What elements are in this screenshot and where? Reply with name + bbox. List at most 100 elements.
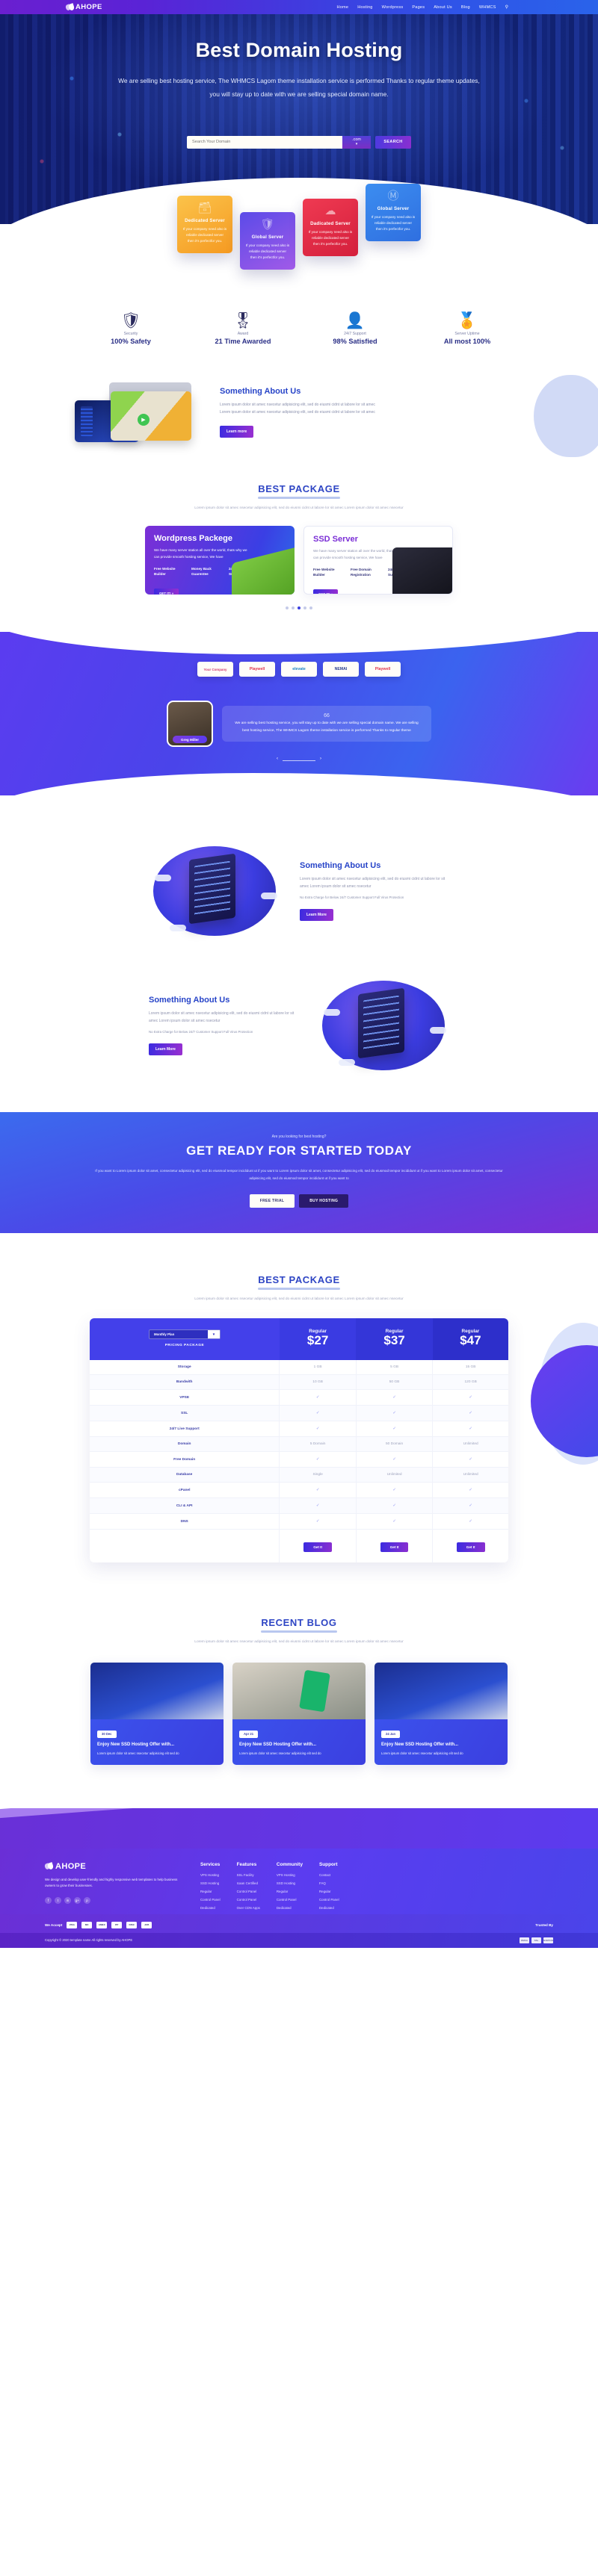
pricing-cell: 50 Domain bbox=[356, 1436, 434, 1453]
check-icon: ✓ bbox=[356, 1498, 434, 1515]
footer-link[interactable]: Control Panel bbox=[200, 1898, 221, 1902]
brand-logo[interactable]: Your Company bbox=[197, 662, 233, 677]
get-it-button[interactable]: Get It bbox=[303, 1542, 332, 1553]
check-icon: ✓ bbox=[279, 1482, 357, 1499]
footer-link[interactable]: Icaan Certified bbox=[237, 1881, 260, 1885]
nav-item-wordpress[interactable]: Wordpress bbox=[382, 5, 404, 10]
brand-logo[interactable]: Playwell bbox=[365, 662, 401, 677]
footer-column-community: Community VPS Hosting SSD Hosting Regula… bbox=[277, 1862, 303, 1914]
payment-icon-discover: DISC bbox=[126, 1921, 138, 1928]
check-icon: ✓ bbox=[279, 1451, 357, 1468]
footer-link[interactable]: Dedicated bbox=[319, 1906, 339, 1910]
buy-hosting-button[interactable]: BUY HOSTING bbox=[299, 1194, 349, 1208]
footer-logo[interactable]: AHOPE bbox=[45, 1862, 184, 1871]
footer-link[interactable]: VPS Hosting bbox=[277, 1873, 303, 1877]
footer-link[interactable]: Over CDN Apps bbox=[237, 1906, 260, 1910]
footer-link[interactable]: FAQ bbox=[319, 1881, 339, 1885]
carousel-arrows[interactable] bbox=[277, 757, 321, 762]
blog-card[interactable]: 30 Dec Enjoy New SSD Hosting Offer with.… bbox=[90, 1663, 224, 1765]
navbar-logo[interactable]: AHOPE bbox=[66, 3, 102, 11]
section-subtext: Lorem ipsum dolor sit amec nsecetur adip… bbox=[194, 1640, 404, 1645]
blog-header: RECENT BLOG Lorem ipsum dolor sit amec n… bbox=[0, 1598, 598, 1654]
package-card-ssd[interactable]: SSD Server We have many server station a… bbox=[303, 526, 453, 595]
pricing-row-label: Free Domain bbox=[90, 1451, 280, 1468]
twitter-icon[interactable]: t bbox=[55, 1897, 61, 1905]
package-feature: Free Domain Registration bbox=[351, 568, 372, 577]
footer-link[interactable]: VPS Hosting bbox=[200, 1873, 221, 1877]
about-paragraph: Lorem ipsum dolor sit amec nsecetur adip… bbox=[220, 403, 375, 415]
footer-link[interactable]: Regular bbox=[277, 1890, 303, 1893]
play-icon[interactable]: ▶ bbox=[138, 414, 150, 426]
search-button[interactable]: SEARCH bbox=[375, 135, 411, 149]
footer-link[interactable]: Control Panel bbox=[237, 1898, 260, 1902]
learn-more-button[interactable]: Learn More bbox=[300, 909, 333, 922]
decorative-blob bbox=[534, 375, 598, 458]
package-feature: Money Back Guarentee bbox=[191, 567, 212, 577]
service-card[interactable]: 🛡 Global Server If your company need als… bbox=[240, 212, 295, 270]
footer-link[interactable]: Regular bbox=[200, 1890, 221, 1893]
search-icon[interactable]: ⚲ bbox=[505, 4, 508, 10]
blog-card[interactable]: Apr 21 Enjoy New SSD Hosting Offer with.… bbox=[232, 1663, 366, 1765]
service-card-text: If your company need also is reliable de… bbox=[308, 230, 353, 246]
brand-logo[interactable]: elevate bbox=[281, 662, 317, 677]
about-media: ▶ bbox=[75, 382, 203, 443]
footer-link[interactable]: Dedicated bbox=[277, 1906, 303, 1910]
google-plus-icon[interactable]: g+ bbox=[74, 1897, 81, 1905]
blog-title: Enjoy New SSD Hosting Offer with... bbox=[381, 1742, 459, 1747]
testimonial-text: We are selling best hosting service, you… bbox=[235, 721, 419, 733]
brands-testimonial-section: Your Company Playwell elevate NEMAI Play… bbox=[0, 609, 598, 822]
footer-link[interactable]: Control Panel bbox=[319, 1898, 339, 1902]
get-it-button[interactable]: GET IT! » bbox=[313, 589, 339, 595]
blog-date: 24 Jan bbox=[381, 1730, 401, 1738]
nav-item-hosting[interactable]: Hosting bbox=[357, 5, 372, 10]
nav-item-about-us[interactable]: About Us bbox=[434, 5, 452, 10]
pricing-footer-spacer bbox=[90, 1529, 280, 1563]
blog-card[interactable]: 24 Jan Enjoy New SSD Hosting Offer with.… bbox=[374, 1663, 508, 1765]
nav-item-home[interactable]: Home bbox=[337, 5, 349, 10]
footer-column-title: Community bbox=[276, 1861, 303, 1867]
pricing-cell: Unlimited bbox=[356, 1467, 434, 1483]
pricing-row-label: Domain bbox=[90, 1436, 280, 1453]
cloud-server-icon: ☁ bbox=[324, 205, 336, 217]
footer-link[interactable]: SSD Hosting bbox=[200, 1881, 221, 1885]
pricing-row-label: DNS bbox=[90, 1513, 280, 1530]
footer-link[interactable]: Control Panel bbox=[237, 1890, 260, 1893]
footer-link[interactable]: SSD Hosting bbox=[277, 1881, 303, 1885]
brand-logo[interactable]: Playwell bbox=[239, 662, 275, 677]
learn-more-button[interactable]: Learn more bbox=[220, 426, 254, 438]
facebook-icon[interactable]: f bbox=[45, 1897, 52, 1905]
nav-item-blog[interactable]: Blog bbox=[461, 5, 470, 10]
cloud-icon bbox=[170, 925, 186, 932]
service-card[interactable]: 🗃 Dedicated Server If your company need … bbox=[177, 196, 232, 254]
nav-item-pages[interactable]: Pages bbox=[412, 5, 425, 10]
plan-select[interactable]: Monthly Plan ▼ bbox=[148, 1329, 221, 1340]
footer-link[interactable]: Dedicated bbox=[200, 1906, 221, 1910]
get-it-button[interactable]: Get It bbox=[380, 1542, 409, 1553]
blog-section: RECENT BLOG Lorem ipsum dolor sit amec n… bbox=[0, 1588, 598, 1795]
free-trial-button[interactable]: FREE TRIAL bbox=[249, 1194, 295, 1208]
blog-excerpt: Lorem ipsum dolor sit amec nsecetur adip… bbox=[239, 1751, 321, 1756]
footer-link[interactable]: Contact bbox=[319, 1873, 339, 1877]
get-it-button[interactable]: GET IT! » bbox=[154, 588, 179, 595]
nav-item-whmcs[interactable]: WHMCS bbox=[479, 5, 496, 10]
testimonial-author: Greg Miller bbox=[173, 736, 207, 744]
service-card[interactable]: ☁ Dadicated Server If your company need … bbox=[303, 199, 358, 257]
service-card-text: If your company need also is reliable de… bbox=[245, 243, 290, 260]
brand-logo[interactable]: NEMAI bbox=[323, 662, 359, 677]
get-it-button[interactable]: Get It bbox=[456, 1542, 485, 1553]
tld-dropdown[interactable]: .com ▾ bbox=[342, 135, 371, 149]
footer-link[interactable]: SSL Facility bbox=[237, 1873, 260, 1877]
service-card[interactable]: Ⓜ Global Server If your company need als… bbox=[366, 184, 421, 242]
table-row: Bandwith 10 GB 50 GB 120 GB bbox=[90, 1374, 508, 1391]
payment-icon-visa: VISA bbox=[67, 1921, 78, 1928]
pinterest-icon[interactable]: p bbox=[84, 1897, 90, 1905]
footer-link[interactable]: Control Panel bbox=[277, 1898, 303, 1902]
pricing-table: Monthly Plan ▼ PRICING PACKAGE Regular $… bbox=[90, 1318, 508, 1563]
learn-more-button[interactable]: Learn More bbox=[149, 1043, 182, 1056]
linkedin-icon[interactable]: in bbox=[64, 1897, 71, 1905]
footer-link[interactable]: Regular bbox=[319, 1890, 339, 1893]
blog-excerpt: Lorem ipsum dolor sit amec nsecetur adip… bbox=[381, 1751, 463, 1756]
drop-logo-icon bbox=[66, 3, 74, 11]
domain-search-input[interactable] bbox=[187, 135, 342, 149]
package-card-wordpress[interactable]: Wordpress Packege We have many server st… bbox=[145, 526, 295, 595]
